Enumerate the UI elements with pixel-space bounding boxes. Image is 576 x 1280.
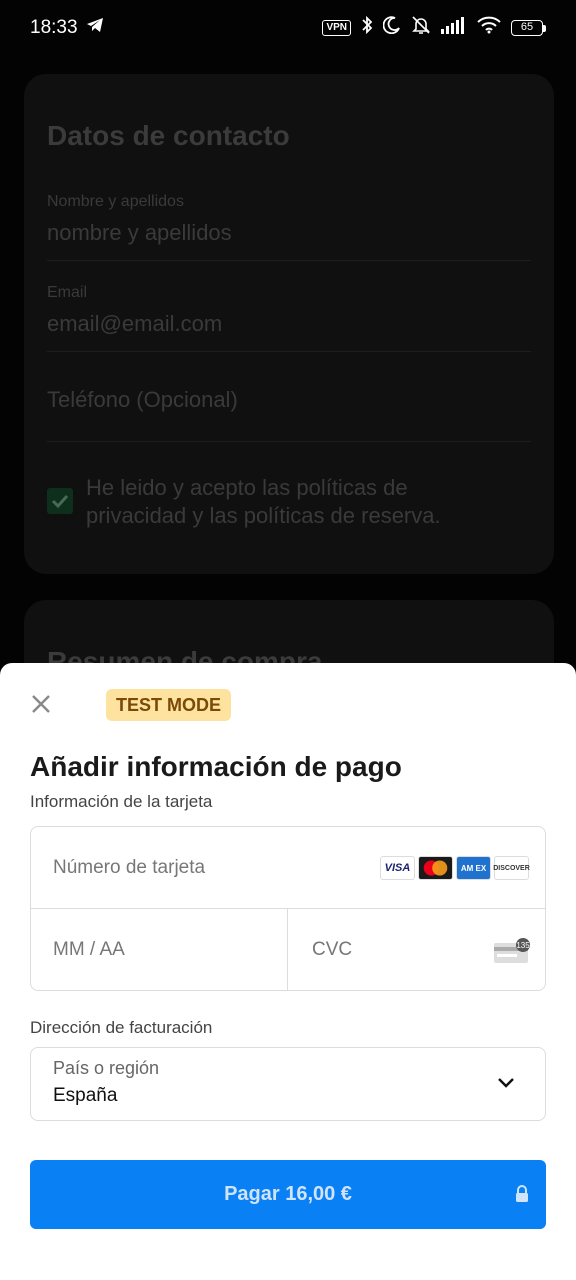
visa-icon: VISA <box>380 856 415 880</box>
card-number-field[interactable]: Número de tarjeta VISA AM EX DISCOVER <box>31 827 545 909</box>
contact-card: Datos de contacto Nombre y apellidos nom… <box>24 74 554 574</box>
expiry-field[interactable]: MM / AA <box>31 909 288 990</box>
chevron-down-icon <box>497 1076 515 1094</box>
lock-icon <box>514 1185 530 1209</box>
divider <box>47 351 531 352</box>
card-number-placeholder: Número de tarjeta <box>53 857 206 878</box>
battery-level: 65 <box>511 20 543 36</box>
name-input[interactable]: nombre y apellidos <box>47 220 232 246</box>
status-right: VPN 65 <box>322 15 546 41</box>
email-input[interactable]: email@email.com <box>47 311 222 337</box>
country-select[interactable]: País o región España <box>30 1047 546 1121</box>
svg-text:135: 135 <box>516 941 530 950</box>
divider <box>47 260 531 261</box>
bell-off-icon <box>411 15 431 41</box>
cvc-field[interactable]: CVC 135 <box>288 909 545 990</box>
card-section-label: Información de la tarjeta <box>30 792 213 811</box>
check-icon <box>51 494 69 509</box>
card-brand-logos: VISA AM EX DISCOVER <box>380 856 530 880</box>
bluetooth-icon <box>361 15 373 41</box>
terms-checkbox[interactable] <box>47 488 73 514</box>
cvc-card-icon: 135 <box>493 938 531 969</box>
status-left: 18:33 <box>30 17 104 39</box>
divider <box>47 441 531 442</box>
discover-icon: DISCOVER <box>493 856 530 880</box>
status-bar: 18:33 VPN 65 <box>0 0 576 56</box>
payment-sheet: TEST MODE Añadir información de pago Inf… <box>0 663 576 1280</box>
battery-indicator: 65 <box>511 20 546 36</box>
country-value: España <box>53 1085 118 1106</box>
expiry-placeholder: MM / AA <box>53 939 125 960</box>
mastercard-icon <box>418 856 453 880</box>
billing-section-label: Dirección de facturación <box>30 1018 213 1037</box>
wifi-icon <box>477 16 501 40</box>
pay-button[interactable]: Pagar 16,00 € <box>30 1160 546 1229</box>
battery-tip <box>543 24 546 32</box>
signal-icon <box>441 16 467 40</box>
contact-title: Datos de contacto <box>47 120 290 151</box>
pay-button-label: Pagar 16,00 € <box>224 1183 352 1205</box>
sheet-title: Añadir información de pago <box>30 751 402 782</box>
country-label: País o región <box>53 1058 160 1078</box>
cvc-placeholder: CVC <box>312 939 353 960</box>
terms-text: He leido y acepto las políticas de priva… <box>86 475 441 528</box>
email-label: Email <box>47 284 88 301</box>
moon-icon <box>382 16 401 40</box>
vpn-badge: VPN <box>322 20 351 36</box>
amex-icon: AM EX <box>456 856 491 880</box>
card-details-box: Número de tarjeta VISA AM EX DISCOVER MM… <box>30 826 546 991</box>
phone-input[interactable]: Teléfono (Opcional) <box>47 387 238 413</box>
telegram-icon <box>86 17 104 39</box>
close-icon <box>32 695 50 713</box>
name-label: Nombre y apellidos <box>47 193 184 210</box>
close-button[interactable] <box>28 691 54 717</box>
test-mode-badge: TEST MODE <box>106 689 232 721</box>
status-time: 18:33 <box>30 17 78 38</box>
